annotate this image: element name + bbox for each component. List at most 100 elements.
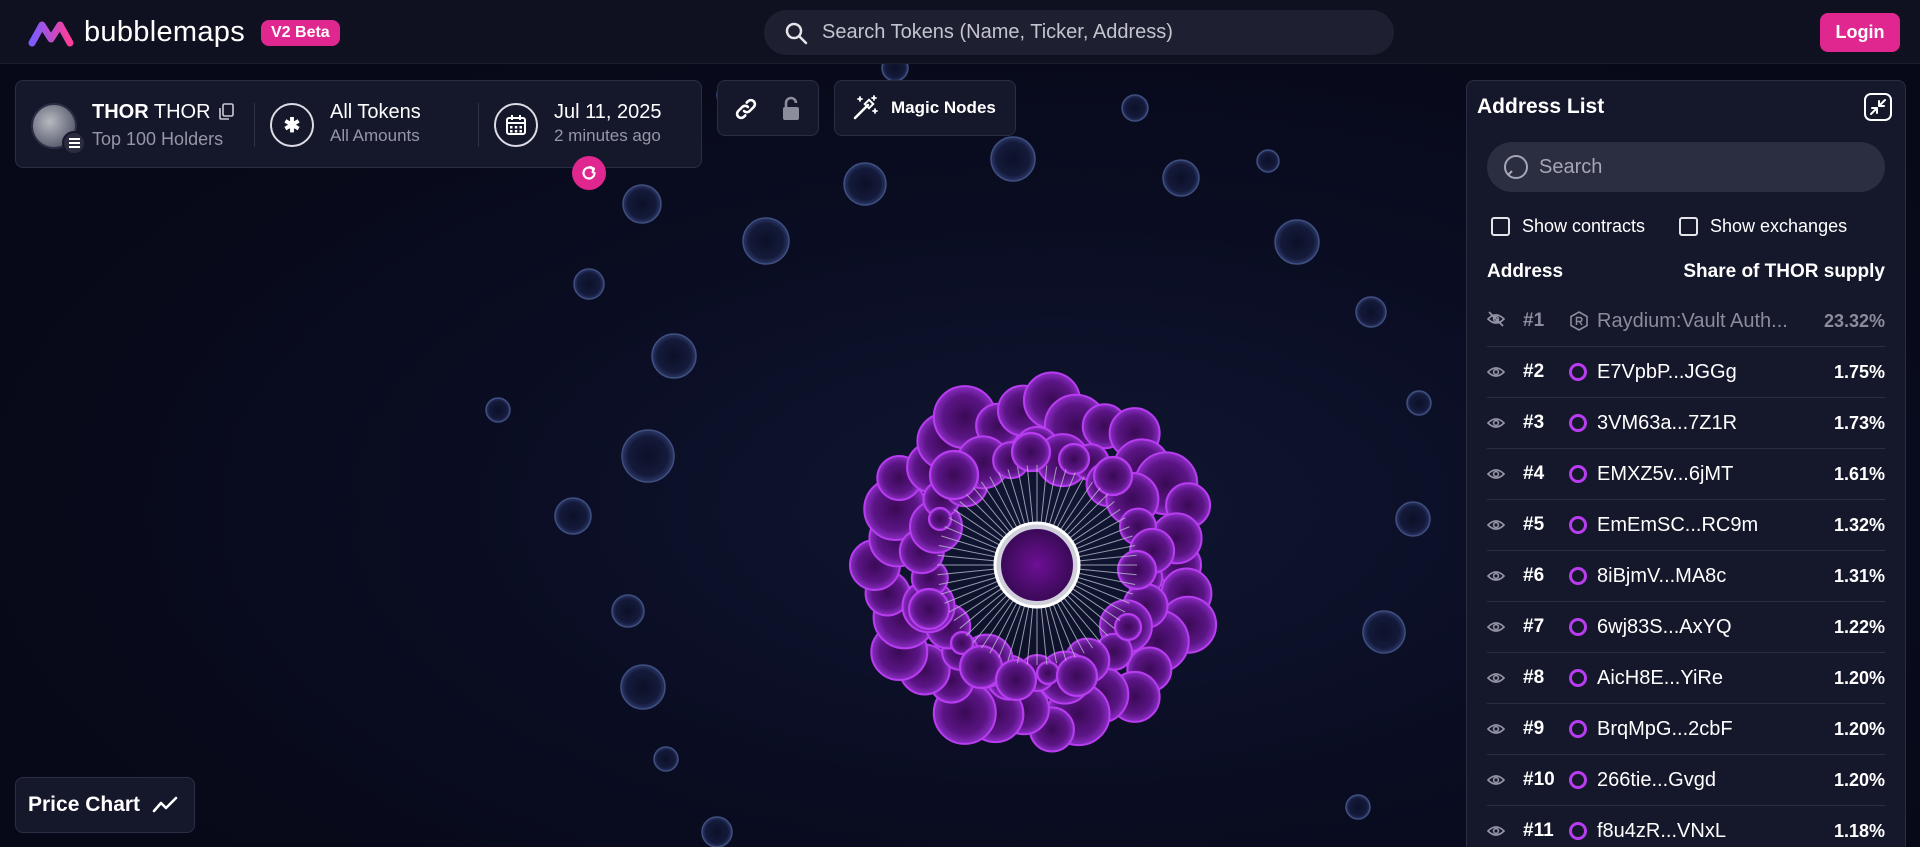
cluster-bubble[interactable] bbox=[1010, 431, 1052, 473]
address-row[interactable]: #2 E7VpbP...JGGg 1.75% bbox=[1486, 347, 1885, 398]
address-label[interactable]: 266tie...Gvgd bbox=[1597, 769, 1716, 792]
lock-icon[interactable] bbox=[780, 95, 802, 123]
eye-icon[interactable] bbox=[1486, 463, 1507, 486]
cluster-bubble[interactable] bbox=[927, 506, 953, 532]
eye-icon[interactable] bbox=[1486, 514, 1507, 537]
eye-icon[interactable] bbox=[1486, 361, 1507, 384]
address-rank: #11 bbox=[1523, 820, 1554, 841]
calendar-icon[interactable] bbox=[494, 103, 538, 147]
address-row[interactable]: #10 266tie...Gvgd 1.20% bbox=[1486, 755, 1885, 806]
holder-bubble[interactable] bbox=[653, 746, 679, 772]
column-header-address: Address bbox=[1487, 261, 1564, 282]
central-liquidity-node[interactable] bbox=[1001, 529, 1073, 601]
contract-icon bbox=[1569, 311, 1589, 331]
show-contracts-checkbox[interactable] bbox=[1491, 217, 1510, 236]
show-contracts-toggle[interactable]: Show contracts bbox=[1491, 216, 1645, 237]
holder-bubble[interactable] bbox=[1274, 219, 1320, 265]
address-label[interactable]: EmEmSC...RC9m bbox=[1597, 514, 1758, 537]
address-row[interactable]: #11 f8u4zR...VNxL 1.18% bbox=[1486, 806, 1885, 847]
eye-icon[interactable] bbox=[1486, 616, 1507, 639]
cluster-bubble[interactable] bbox=[1035, 660, 1061, 686]
address-search-bar[interactable] bbox=[1487, 142, 1885, 192]
holder-bubble[interactable] bbox=[620, 664, 666, 710]
holder-bubble[interactable] bbox=[1362, 610, 1406, 654]
token-search-bar[interactable] bbox=[764, 10, 1394, 55]
link-icon[interactable] bbox=[733, 96, 759, 122]
holder-bubble-icon bbox=[1569, 465, 1587, 483]
eye-icon[interactable] bbox=[1486, 718, 1507, 741]
address-share: 1.18% bbox=[1833, 820, 1885, 841]
cluster-bubble[interactable] bbox=[1055, 654, 1099, 698]
collapse-panel-button[interactable] bbox=[1864, 93, 1892, 121]
address-label[interactable]: E7VpbP...JGGg bbox=[1597, 361, 1737, 384]
price-chart-button[interactable]: Price Chart bbox=[15, 777, 195, 833]
eye-off-icon[interactable] bbox=[1486, 310, 1507, 333]
holder-bubble[interactable] bbox=[1345, 794, 1371, 820]
address-row[interactable]: #3 3VM63a...7Z1R 1.73% bbox=[1486, 398, 1885, 449]
eye-icon[interactable] bbox=[1486, 565, 1507, 588]
eye-icon[interactable] bbox=[1486, 820, 1507, 843]
holder-bubble[interactable] bbox=[573, 268, 605, 300]
holder-bubble[interactable] bbox=[611, 594, 645, 628]
address-row[interactable]: #8 AicH8E...YiRe 1.20% bbox=[1486, 653, 1885, 704]
address-rank: #3 bbox=[1523, 412, 1545, 433]
address-label[interactable]: f8u4zR...VNxL bbox=[1597, 820, 1726, 843]
address-label[interactable]: 6wj83S...AxYQ bbox=[1597, 616, 1732, 639]
refresh-button[interactable] bbox=[572, 156, 606, 190]
address-label[interactable]: 8iBjmV...MA8c bbox=[1597, 565, 1726, 588]
holder-bubble[interactable] bbox=[1406, 390, 1432, 416]
address-row[interactable]: #6 8iBjmV...MA8c 1.31% bbox=[1486, 551, 1885, 602]
holder-bubble-icon bbox=[1569, 414, 1587, 432]
eye-icon[interactable] bbox=[1486, 412, 1507, 435]
logo[interactable]: bubblemaps V2 Beta bbox=[28, 16, 340, 49]
holder-bubble[interactable] bbox=[1162, 159, 1200, 197]
login-button[interactable]: Login bbox=[1820, 13, 1900, 52]
holder-bubble[interactable] bbox=[742, 217, 790, 265]
holder-bubble[interactable] bbox=[1395, 501, 1431, 537]
address-row[interactable]: #1 Raydium:Vault Auth... 23.32% bbox=[1486, 296, 1885, 347]
eye-icon[interactable] bbox=[1486, 769, 1507, 792]
magic-nodes-button[interactable]: Magic Nodes bbox=[834, 80, 1016, 136]
address-label[interactable]: EMXZ5v...6jMT bbox=[1597, 463, 1733, 486]
address-rank: #10 bbox=[1523, 769, 1555, 790]
show-exchanges-toggle[interactable]: Show exchanges bbox=[1679, 216, 1847, 237]
holder-bubble[interactable] bbox=[701, 816, 733, 847]
holder-bubble[interactable] bbox=[621, 429, 675, 483]
bubble-map-canvas[interactable] bbox=[0, 64, 1466, 847]
cluster-bubble[interactable] bbox=[994, 658, 1038, 702]
holder-bubble[interactable] bbox=[622, 184, 662, 224]
address-row[interactable]: #4 EMXZ5v...6jMT 1.61% bbox=[1486, 449, 1885, 500]
address-rows: #1 Raydium:Vault Auth... 23.32% #2 E7VpbP...… bbox=[1486, 296, 1885, 847]
holder-bubble[interactable] bbox=[485, 397, 511, 423]
token-search-input[interactable] bbox=[822, 21, 1362, 44]
eye-icon[interactable] bbox=[1486, 667, 1507, 690]
address-search-input[interactable] bbox=[1539, 155, 1859, 179]
address-row[interactable]: #7 6wj83S...AxYQ 1.22% bbox=[1486, 602, 1885, 653]
asterisk-filter-icon[interactable]: ✱ bbox=[270, 103, 314, 147]
cluster-bubble[interactable] bbox=[1113, 612, 1143, 642]
copy-icon[interactable] bbox=[219, 103, 234, 120]
address-row[interactable]: #5 EmEmSC...RC9m 1.32% bbox=[1486, 500, 1885, 551]
filter-title[interactable]: All Tokens bbox=[330, 101, 421, 124]
holder-bubble[interactable] bbox=[843, 162, 887, 206]
show-exchanges-checkbox[interactable] bbox=[1679, 217, 1698, 236]
holder-bubble[interactable] bbox=[554, 497, 592, 535]
holder-bubble[interactable] bbox=[1256, 149, 1280, 173]
snapshot-date[interactable]: Jul 11, 2025 bbox=[554, 101, 662, 124]
holder-bubble[interactable] bbox=[1121, 94, 1149, 122]
address-label[interactable]: Raydium:Vault Auth... bbox=[1597, 310, 1788, 333]
cluster-bubble[interactable] bbox=[928, 449, 980, 501]
cluster-bubble[interactable] bbox=[1057, 442, 1091, 476]
show-contracts-label: Show contracts bbox=[1522, 216, 1646, 236]
holder-bubble[interactable] bbox=[1355, 296, 1387, 328]
address-label[interactable]: BrqMpG...2cbF bbox=[1597, 718, 1733, 741]
address-list-title: Address List bbox=[1477, 95, 1605, 118]
address-label[interactable]: AicH8E...YiRe bbox=[1597, 667, 1723, 690]
cluster-bubble[interactable] bbox=[907, 587, 951, 631]
address-label[interactable]: 3VM63a...7Z1R bbox=[1597, 412, 1737, 435]
address-row[interactable]: #9 BrqMpG...2cbF 1.20% bbox=[1486, 704, 1885, 755]
holder-bubble[interactable] bbox=[881, 64, 909, 82]
address-share: 1.31% bbox=[1833, 565, 1885, 586]
holder-bubble[interactable] bbox=[651, 333, 697, 379]
holder-bubble[interactable] bbox=[990, 136, 1036, 182]
